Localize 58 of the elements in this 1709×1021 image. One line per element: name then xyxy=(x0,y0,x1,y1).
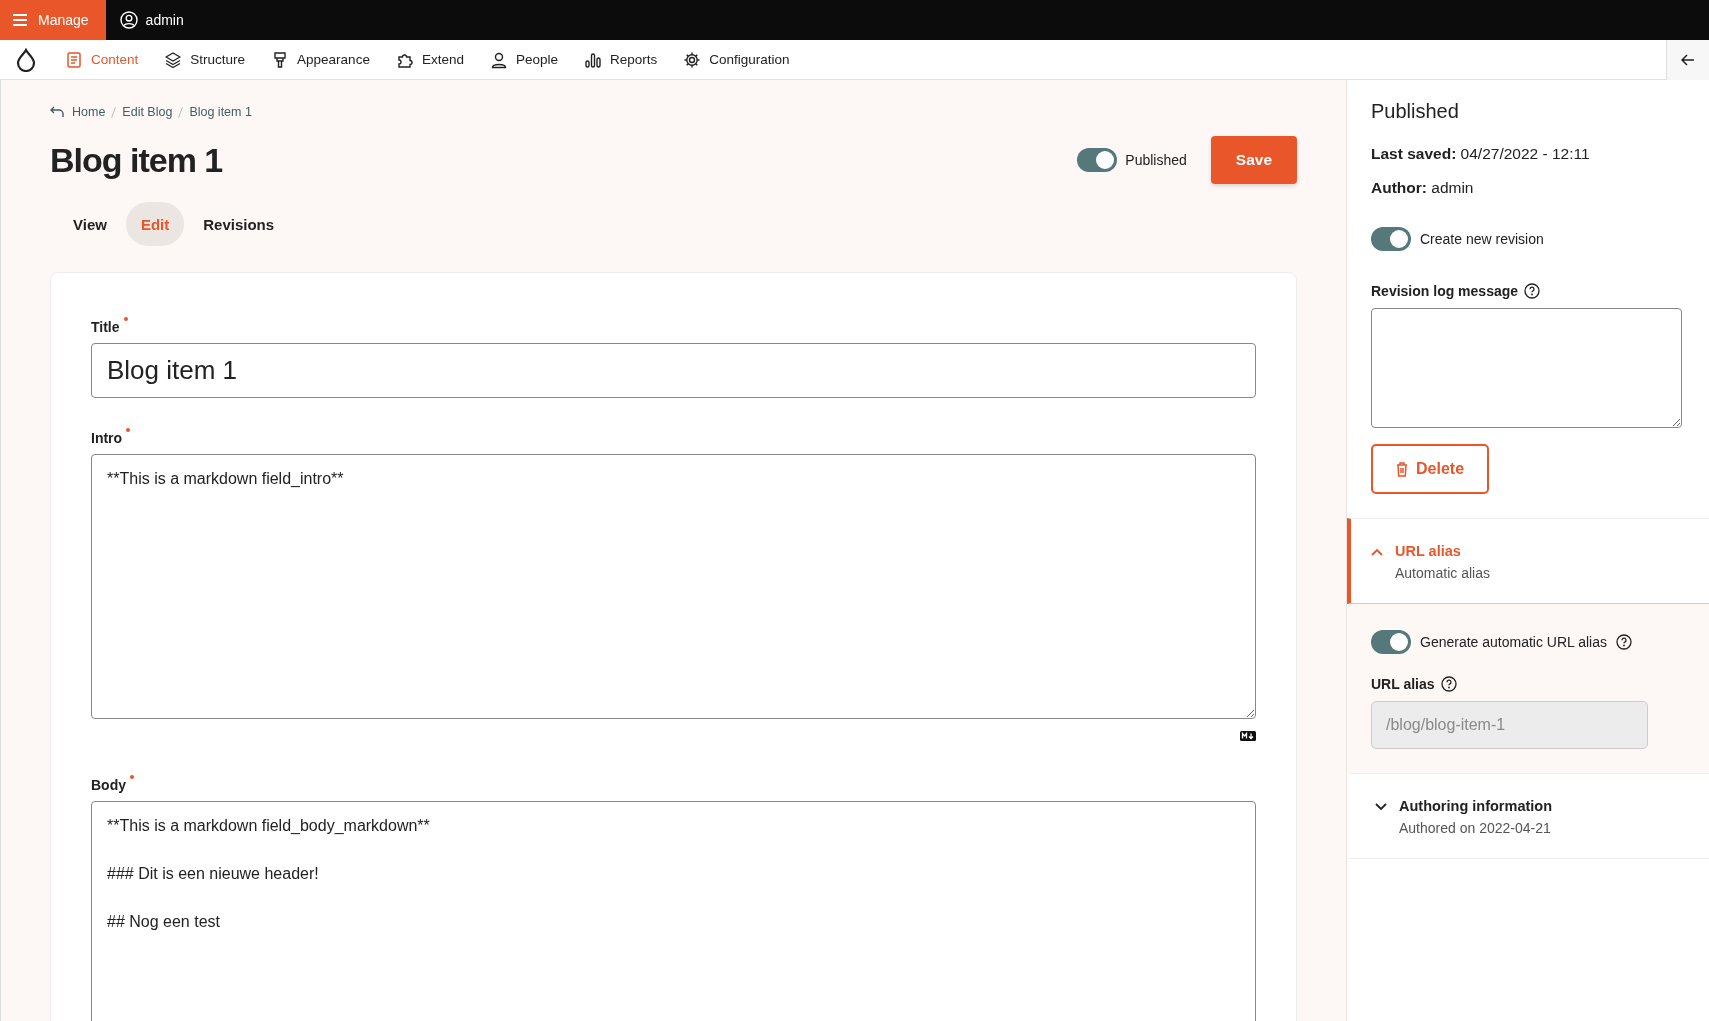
toggle-label: Generate automatic URL alias xyxy=(1420,634,1608,650)
section-header[interactable]: Authoring information Authored on 2022-04-21 xyxy=(1347,773,1709,859)
delete-button[interactable]: Delete xyxy=(1371,444,1490,494)
section-summary: Authored on 2022-04-21 xyxy=(1399,820,1552,836)
arrow-left-icon xyxy=(1681,53,1695,66)
nav-item[interactable]: Content xyxy=(52,50,152,69)
toggle-switch[interactable] xyxy=(1077,148,1118,172)
help-icon xyxy=(1440,676,1457,692)
save-button[interactable]: Save xyxy=(1210,136,1297,184)
bar-chart-icon xyxy=(583,50,602,69)
nav-item[interactable]: People xyxy=(476,50,571,69)
document-icon xyxy=(65,50,83,69)
title-field[interactable]: Blog item 1 xyxy=(91,343,1256,398)
field-label: Title xyxy=(91,319,120,335)
revision-log-field[interactable] xyxy=(1371,308,1682,428)
nav-item[interactable]: Reports xyxy=(570,50,671,69)
person-icon xyxy=(489,50,508,69)
text-area[interactable]: **This is a markdown field_intro** xyxy=(91,454,1256,719)
layers-icon xyxy=(164,50,183,69)
toggle-switch[interactable] xyxy=(1371,227,1411,251)
trash-icon xyxy=(1396,461,1408,477)
chevron-up-icon xyxy=(1371,548,1383,556)
field-label: Revision log message xyxy=(1371,283,1519,299)
chevron-down-icon xyxy=(1375,803,1387,811)
menu-icon xyxy=(12,13,28,27)
breadcrumb-link[interactable]: Home xyxy=(72,105,106,119)
author-text: Author: admin xyxy=(1371,179,1475,197)
nav-item[interactable]: Extend xyxy=(382,50,477,69)
nav-item[interactable]: Appearance xyxy=(258,50,383,69)
field-label: Body xyxy=(91,777,126,793)
breadcrumb-link[interactable]: Blog item 1 xyxy=(189,105,252,119)
help-icon xyxy=(1616,634,1633,650)
collapse-button[interactable] xyxy=(1666,39,1709,80)
tab[interactable]: Revisions xyxy=(188,202,290,246)
manage-button[interactable]: Manage xyxy=(0,0,106,40)
section-title: URL alias xyxy=(1395,543,1462,559)
back-arrow-icon xyxy=(50,106,64,118)
tab[interactable]: View xyxy=(58,202,122,246)
user-link[interactable]: admin xyxy=(105,0,198,40)
markdown-icon xyxy=(1240,731,1256,741)
status-heading: Published xyxy=(1371,100,1460,123)
last-saved-text: Last saved: 04/27/2022 - 12:11 xyxy=(1371,145,1591,163)
user-icon xyxy=(119,11,138,29)
breadcrumb-link[interactable]: Edit Blog xyxy=(122,105,173,119)
toggle-switch[interactable] xyxy=(1371,630,1411,654)
settings-icon xyxy=(683,50,702,69)
field-label: Intro xyxy=(91,430,123,446)
section-summary: Automatic alias xyxy=(1395,565,1490,581)
nav-item[interactable]: Configuration xyxy=(670,50,803,69)
nav-item[interactable]: Structure xyxy=(151,50,259,69)
toggle-label: Create new revision xyxy=(1420,231,1544,247)
field-label: URL alias xyxy=(1371,676,1435,692)
drop-logo-icon[interactable] xyxy=(16,47,36,72)
section-title: Authoring information xyxy=(1399,798,1553,814)
help-icon xyxy=(1524,283,1541,299)
text-area[interactable]: **This is a markdown field_body_markdown** ### Dit is een nieuwe header! ## Nog een test xyxy=(91,801,1256,1021)
toggle-label: Published xyxy=(1125,152,1187,168)
page-title: Blog item 1 xyxy=(50,140,224,180)
